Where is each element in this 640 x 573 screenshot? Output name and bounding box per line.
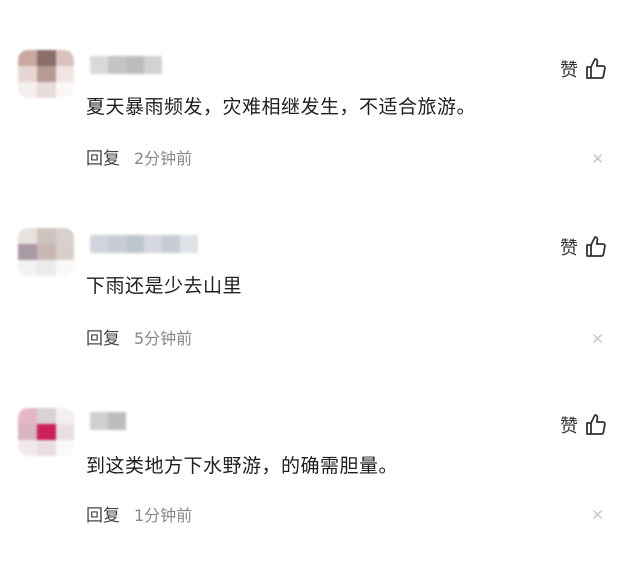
avatar-pixel — [18, 260, 37, 276]
avatar-pixel — [56, 244, 74, 260]
username-pixel — [144, 235, 162, 253]
like-label: 赞 — [560, 416, 578, 437]
avatar-pixel — [56, 408, 74, 424]
like-label: 赞 — [560, 238, 578, 259]
avatar-pixel — [37, 66, 56, 82]
like-button[interactable]: 赞 — [560, 234, 608, 260]
thumbs-up-icon — [586, 236, 606, 257]
avatar-pixel — [37, 244, 56, 260]
username-pixel — [108, 412, 126, 430]
avatar-pixel — [56, 82, 74, 98]
comment-actions: 回复 2分钟前 — [86, 144, 193, 170]
comment-item: 赞 到这类地方下水野游，的确需胆量。 回复 1分钟前 ✕ — [0, 360, 640, 540]
thumbs-up-icon — [586, 58, 606, 79]
comment-time: 2分钟前 — [134, 148, 193, 168]
avatar-pixel — [37, 260, 56, 276]
avatar-pixel — [37, 228, 56, 244]
close-icon[interactable]: ✕ — [591, 506, 604, 524]
comment-item: 赞 下雨还是少去山里 回复 5分钟前 ✕ — [0, 180, 640, 360]
avatar-pixel — [18, 228, 37, 244]
avatar-pixel — [56, 424, 74, 440]
like-button[interactable]: 赞 — [560, 56, 608, 82]
username-pixel — [162, 235, 180, 253]
username-pixel — [90, 56, 108, 74]
username-pixel — [108, 56, 126, 74]
avatar-pixel — [18, 66, 37, 82]
close-icon[interactable]: ✕ — [591, 330, 604, 348]
avatar-pixel — [56, 440, 74, 456]
comment-text: 到这类地方下水野游，的确需胆量。 — [86, 455, 399, 477]
avatar-pixel — [56, 66, 74, 82]
username-pixel — [180, 235, 198, 253]
thumbs-up-icon — [586, 414, 606, 435]
avatar[interactable] — [18, 408, 74, 456]
close-icon[interactable]: ✕ — [591, 150, 604, 168]
avatar-pixel — [18, 440, 37, 456]
like-label: 赞 — [560, 60, 578, 81]
comment-time: 1分钟前 — [134, 505, 193, 525]
reply-button[interactable]: 回复 — [86, 501, 120, 526]
avatar[interactable] — [18, 228, 74, 276]
username-pixel — [126, 235, 144, 253]
avatar-pixel — [37, 408, 56, 424]
username[interactable] — [90, 412, 126, 430]
reply-button[interactable]: 回复 — [86, 144, 120, 169]
comment-time: 5分钟前 — [134, 328, 193, 348]
reply-button[interactable]: 回复 — [86, 324, 120, 349]
comment-actions: 回复 1分钟前 — [86, 501, 193, 527]
comment-item: 赞 夏天暴雨频发，灾难相继发生，不适合旅游。 回复 2分钟前 ✕ — [0, 0, 640, 180]
avatar-pixel — [37, 440, 56, 456]
username-pixel — [144, 56, 162, 74]
username[interactable] — [90, 235, 198, 253]
avatar-pixel — [37, 50, 56, 66]
comment-text: 夏天暴雨频发，灾难相继发生，不适合旅游。 — [86, 96, 477, 118]
avatar-pixel — [18, 50, 37, 66]
avatar-pixel — [18, 424, 37, 440]
avatar-pixel — [18, 244, 37, 260]
avatar-pixel — [56, 260, 74, 276]
comment-text: 下雨还是少去山里 — [86, 275, 243, 297]
avatar-pixel — [37, 424, 56, 440]
avatar-pixel — [56, 50, 74, 66]
username-pixel — [126, 56, 144, 74]
avatar-pixel — [37, 82, 56, 98]
username-pixel — [90, 412, 108, 430]
username-pixel — [108, 235, 126, 253]
avatar-pixel — [56, 228, 74, 244]
avatar[interactable] — [18, 50, 74, 98]
like-button[interactable]: 赞 — [560, 412, 608, 438]
avatar-pixel — [18, 408, 37, 424]
avatar-pixel — [18, 82, 37, 98]
username[interactable] — [90, 56, 162, 74]
comment-actions: 回复 5分钟前 — [86, 324, 193, 350]
username-pixel — [90, 235, 108, 253]
